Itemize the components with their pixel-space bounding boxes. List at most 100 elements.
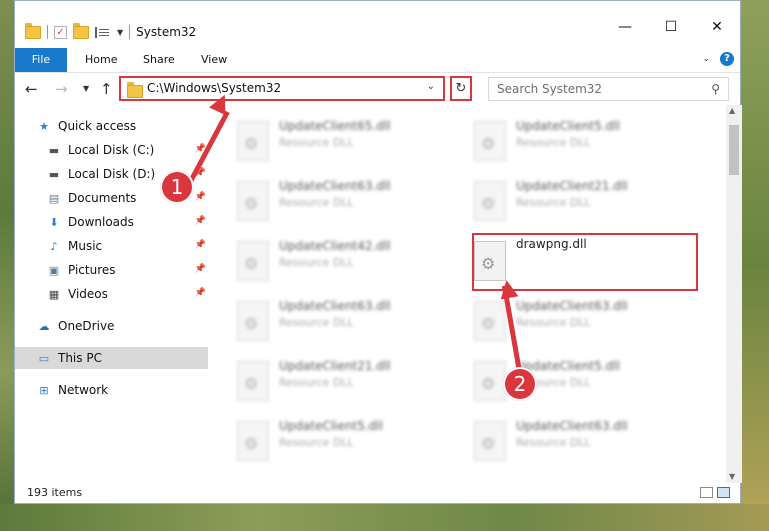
drive-icon: ▬ <box>48 143 60 157</box>
dll-file-icon <box>474 361 506 401</box>
folder-icon[interactable] <box>25 22 41 39</box>
dll-file-icon <box>474 421 506 461</box>
desktop-background-right <box>741 0 769 531</box>
pin-icon[interactable]: 📌 <box>195 216 206 226</box>
tab-view[interactable]: View <box>201 48 227 72</box>
quick-access-toolbar: ✓ ▼ System32 <box>25 22 197 41</box>
pin-icon[interactable]: 📌 <box>195 264 206 274</box>
file-explorer-window: ✓ ▼ System32 — ☐ ✕ File Home Share View … <box>14 0 742 504</box>
music-icon: ♪ <box>50 239 58 253</box>
file-item[interactable]: UpdateClient63.dll Resource DLL <box>468 293 698 343</box>
dll-file-icon <box>237 361 269 401</box>
pin-icon[interactable]: 📌 <box>195 192 206 202</box>
sidebar-item-quick-access[interactable]: ★ Quick access <box>37 115 230 137</box>
tab-share[interactable]: Share <box>143 48 175 72</box>
file-name: UpdateClient5.dll <box>279 419 383 433</box>
customize-toolbar-dropdown[interactable]: ▼ <box>117 28 123 37</box>
address-bar[interactable]: C:\Windows\System32 ⌄ <box>119 76 445 101</box>
large-icons-view-icon[interactable] <box>717 487 730 498</box>
tab-home[interactable]: Home <box>85 48 117 72</box>
file-item[interactable]: UpdateClient63.dll Resource DLL <box>468 413 698 463</box>
vertical-scrollbar[interactable]: ▲ ▼ <box>726 105 742 483</box>
file-name: UpdateClient63.dll <box>516 299 628 313</box>
back-arrow-icon[interactable]: ← <box>25 80 38 98</box>
sidebar-item-label: Documents <box>68 191 137 205</box>
minimize-button[interactable]: — <box>602 13 648 41</box>
file-item[interactable]: UpdateClient5.dll Resource DLL <box>231 413 461 463</box>
file-name: UpdateClient5.dll <box>516 119 620 133</box>
new-folder-icon[interactable] <box>73 22 89 39</box>
help-icon[interactable]: ? <box>720 52 734 66</box>
sidebar-item-videos[interactable]: ▦ Videos 📌 <box>47 283 208 305</box>
file-item[interactable]: UpdateClient21.dll Resource DLL <box>231 353 461 403</box>
file-type: Resource DLL <box>279 316 354 329</box>
up-arrow-icon[interactable]: ↑ <box>100 80 113 98</box>
file-type: Resource DLL <box>279 136 354 149</box>
annotation-callout-1: 1 <box>160 170 194 204</box>
star-icon: ★ <box>39 119 49 133</box>
scroll-down-icon[interactable]: ▼ <box>729 472 735 481</box>
sidebar-item-label: Quick access <box>58 119 137 133</box>
network-icon: ⊞ <box>39 383 49 397</box>
file-item[interactable]: UpdateClient5.dll Resource DLL <box>468 113 698 163</box>
file-list: UpdateClient65.dll Resource DLL UpdateCl… <box>211 105 725 465</box>
annotation-callout-2: 2 <box>503 367 537 401</box>
expand-ribbon-chevron-icon[interactable]: ⌄ <box>702 54 710 64</box>
window-title: System32 <box>136 25 197 39</box>
recent-locations-dropdown[interactable]: ▼ <box>83 84 89 93</box>
file-type: Resource DLL <box>279 376 354 389</box>
title-bar: ✓ ▼ System32 — ☐ ✕ <box>15 1 740 45</box>
ribbon-tabs: File Home Share View ⌄ ? <box>15 48 740 73</box>
file-name: UpdateClient65.dll <box>279 119 391 133</box>
address-dropdown-icon[interactable]: ⌄ <box>427 81 435 92</box>
sidebar-item-label: Pictures <box>68 263 116 277</box>
sidebar-item-this-pc[interactable]: ▭ This PC <box>15 347 208 369</box>
address-path[interactable]: C:\Windows\System32 <box>147 81 281 95</box>
dll-file-icon <box>237 301 269 341</box>
file-item[interactable]: UpdateClient63.dll Resource DLL <box>231 173 461 223</box>
file-item[interactable]: UpdateClient63.dll Resource DLL <box>231 293 461 343</box>
sidebar-item-pictures[interactable]: ▣ Pictures 📌 <box>47 259 208 281</box>
annotation-arrow-2-head <box>497 278 519 300</box>
sidebar-item-local-disk-c[interactable]: ▬ Local Disk (C:) 📌 <box>47 139 208 161</box>
cloud-icon: ☁ <box>38 319 50 333</box>
refresh-button[interactable]: ↻ <box>450 76 472 101</box>
search-icon: ⚲ <box>711 82 720 96</box>
file-item[interactable]: UpdateClient42.dll Resource DLL <box>231 233 461 283</box>
close-button[interactable]: ✕ <box>694 13 740 41</box>
details-view-icon[interactable] <box>700 487 713 498</box>
item-count: 193 items <box>27 486 83 499</box>
documents-icon: ▤ <box>48 191 60 205</box>
sidebar-item-label: Local Disk (C:) <box>68 143 155 157</box>
toolbar-separator <box>129 25 131 39</box>
maximize-button[interactable]: ☐ <box>648 13 694 41</box>
search-input[interactable]: Search System32 ⚲ <box>488 77 729 101</box>
file-type: Resource DLL <box>279 256 354 269</box>
computer-icon: ▭ <box>38 351 50 365</box>
forward-arrow-icon[interactable]: → <box>55 80 68 98</box>
file-type: Resource DLL <box>279 436 354 449</box>
sidebar-item-label: OneDrive <box>58 319 115 333</box>
file-item[interactable]: UpdateClient21.dll Resource DLL <box>468 173 698 223</box>
sidebar-item-music[interactable]: ♪ Music 📌 <box>47 235 208 257</box>
pin-icon[interactable]: 📌 <box>195 288 206 298</box>
dll-file-icon <box>237 181 269 221</box>
file-type: Resource DLL <box>516 316 591 329</box>
window-controls: — ☐ ✕ <box>602 13 740 41</box>
sidebar-item-onedrive[interactable]: ☁ OneDrive <box>37 315 208 337</box>
pin-icon[interactable]: 📌 <box>195 240 206 250</box>
properties-check-icon[interactable]: ✓ <box>54 25 67 39</box>
view-toggle <box>700 487 730 498</box>
sidebar-item-network[interactable]: ⊞ Network <box>37 379 208 401</box>
videos-icon: ▦ <box>48 287 60 301</box>
file-item[interactable]: UpdateClient5.dll Resource DLL <box>468 353 698 403</box>
file-name: UpdateClient42.dll <box>279 239 391 253</box>
scroll-up-icon[interactable]: ▲ <box>729 106 735 115</box>
scrollbar-thumb[interactable] <box>729 125 739 175</box>
tab-file[interactable]: File <box>15 48 67 72</box>
file-type: Resource DLL <box>516 136 591 149</box>
customize-list-icon[interactable] <box>95 26 111 38</box>
sidebar-item-downloads[interactable]: ⬇ Downloads 📌 <box>47 211 208 233</box>
file-name: UpdateClient63.dll <box>279 179 391 193</box>
file-item[interactable]: UpdateClient65.dll Resource DLL <box>231 113 461 163</box>
